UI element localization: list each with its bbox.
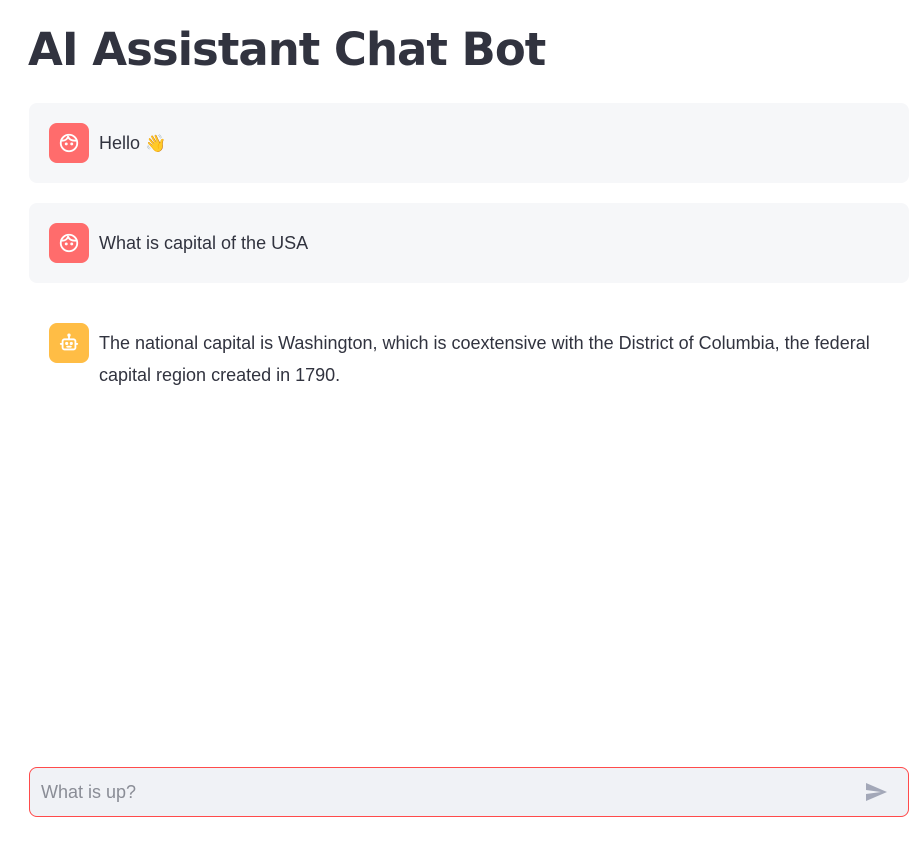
message-text: The national capital is Washington, whic… bbox=[99, 333, 870, 385]
robot-icon bbox=[59, 333, 79, 351]
page-title: AI Assistant Chat Bot bbox=[28, 23, 546, 76]
user-avatar bbox=[49, 223, 89, 263]
message-text: Hello bbox=[99, 133, 141, 153]
chat-input[interactable] bbox=[30, 768, 854, 816]
app-page: AI Assistant Chat Bot Hello 👋 What is ca… bbox=[0, 0, 915, 863]
user-avatar bbox=[49, 123, 89, 163]
chat-message-assistant: The national capital is Washington, whic… bbox=[29, 303, 909, 411]
send-button[interactable] bbox=[854, 770, 898, 814]
chat-message-text: Hello 👋 bbox=[99, 123, 166, 160]
assistant-avatar bbox=[49, 323, 89, 363]
chat-message-user: What is capital of the USA bbox=[29, 203, 909, 283]
user-face-icon bbox=[59, 133, 79, 153]
chat-message-user: Hello 👋 bbox=[29, 103, 909, 183]
send-icon bbox=[866, 783, 887, 801]
message-text: What is capital of the USA bbox=[99, 233, 309, 253]
user-face-icon bbox=[59, 233, 79, 253]
chat-input-container bbox=[29, 767, 909, 817]
waving-hand-emoji: 👋 bbox=[145, 134, 167, 153]
